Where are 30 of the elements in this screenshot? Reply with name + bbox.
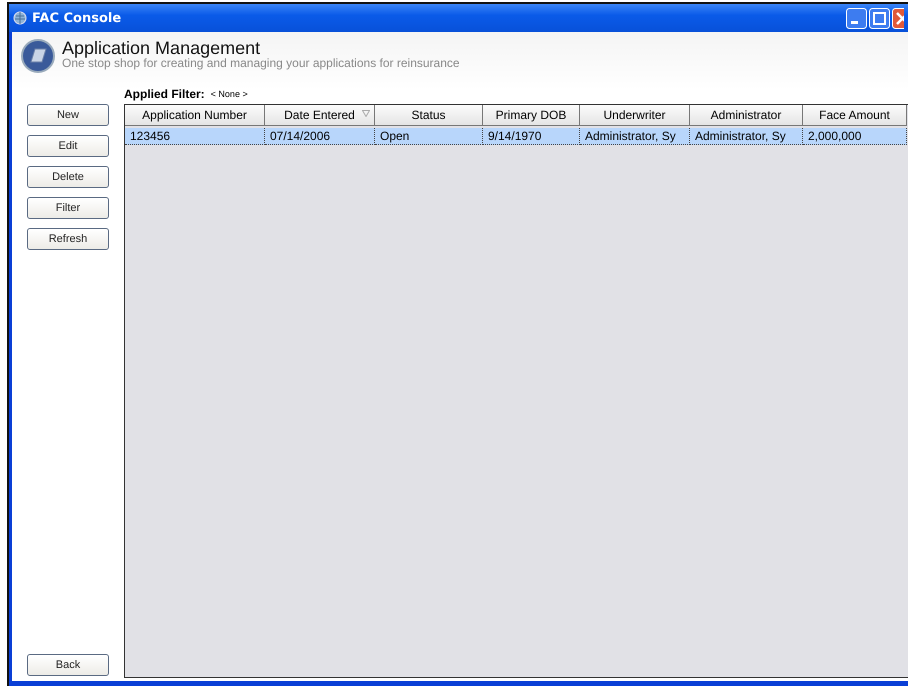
window-title: FAC Console [32, 10, 122, 26]
column-header[interactable]: Face Amount [803, 105, 907, 126]
page-title: Application Management [62, 38, 262, 58]
maximize-button[interactable] [869, 8, 890, 28]
column-header[interactable]: Primary DOB [483, 105, 580, 126]
column-header[interactable]: Date Entered [265, 105, 375, 126]
action-button[interactable]: Refresh [27, 228, 109, 250]
table-cell: 9/14/1970 [483, 128, 580, 145]
document-icon [20, 38, 56, 74]
table-cell: 2,000,000 [803, 128, 907, 145]
globe-icon [13, 11, 27, 25]
action-button[interactable]: Delete [27, 166, 109, 188]
action-button[interactable]: Filter [27, 197, 109, 219]
back-button[interactable]: Back [27, 654, 109, 676]
minimize-button[interactable] [846, 8, 867, 28]
filter-value: < None > [210, 89, 248, 99]
table-cell: Administrator, Sy [580, 128, 690, 145]
table-cell: Open [375, 128, 483, 145]
column-header[interactable]: Underwriter [580, 105, 690, 126]
column-header[interactable]: Status [375, 105, 483, 126]
close-button[interactable] [892, 8, 904, 28]
action-button[interactable]: Edit [27, 135, 109, 157]
sort-icon [362, 110, 370, 117]
column-header[interactable]: Application Number [125, 105, 265, 126]
table-cell: Administrator, Sy [690, 128, 803, 145]
column-header[interactable]: Administrator [690, 105, 803, 126]
action-button[interactable]: New [27, 104, 109, 126]
table-cell: 123456 [125, 128, 265, 145]
table-cell: 07/14/2006 [265, 128, 375, 145]
filter-label: Applied Filter: [124, 87, 205, 101]
